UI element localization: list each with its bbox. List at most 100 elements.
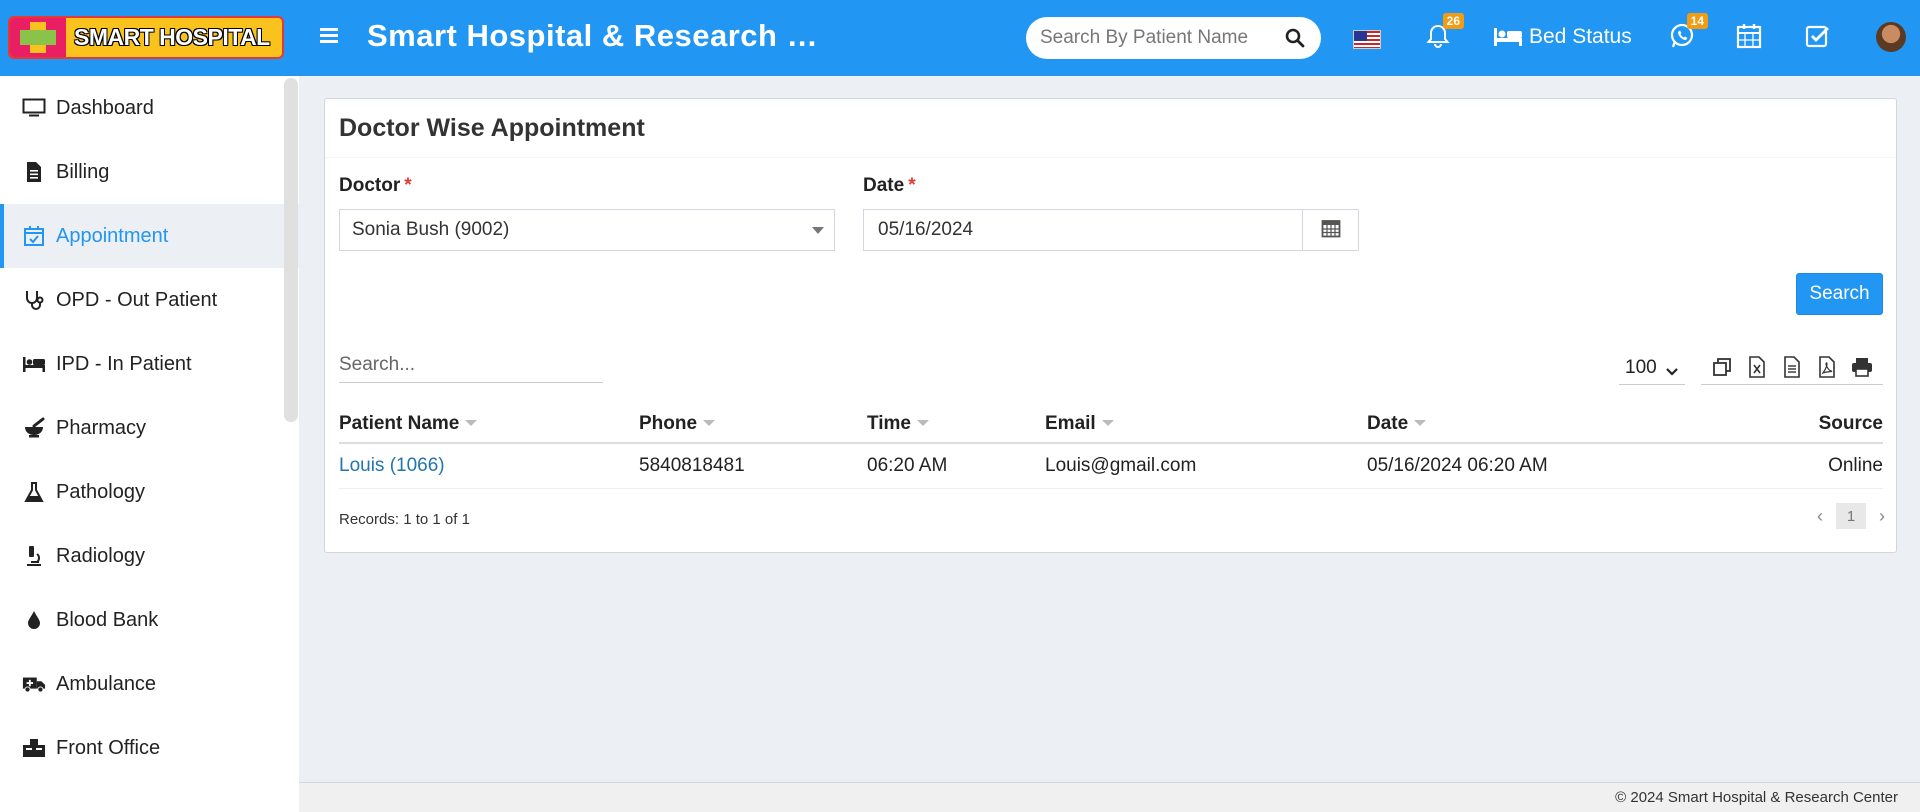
column-header-patient-name[interactable]: Patient Name [339, 405, 639, 444]
pdf-icon[interactable] [1815, 355, 1839, 379]
calendar-icon[interactable] [1736, 22, 1766, 52]
search-button[interactable]: Search [1796, 273, 1883, 315]
doctor-selected-value: Sonia Bush (9002) [352, 219, 510, 240]
search-icon[interactable] [1285, 28, 1305, 53]
mortar-pestle-icon [22, 416, 46, 440]
bed-icon [1494, 28, 1522, 46]
sidebar-item-label: Ambulance [56, 672, 157, 695]
date-input-value: 05/16/2024 [878, 219, 974, 240]
doctor-field-label: Doctor * [339, 175, 412, 197]
required-marker: * [404, 175, 412, 196]
sidebar-item-appointment[interactable]: Appointment [0, 204, 299, 268]
sidebar-item-radiology[interactable]: Radiology [0, 524, 299, 588]
date-picker-button[interactable] [1303, 209, 1359, 251]
copy-icon[interactable] [1710, 355, 1734, 379]
pagination: ‹ 1 › [1810, 503, 1892, 529]
cell-patient-name: Louis (1066) [339, 443, 639, 489]
column-header-label: Source [1818, 412, 1883, 434]
sidebar-item-label: Billing [56, 160, 110, 183]
whatsapp-count-badge: 14 [1686, 13, 1708, 29]
bed-status-button[interactable]: Bed Status [1493, 25, 1632, 49]
logo-text: SMART HOSPITAL [74, 24, 270, 50]
column-header-date[interactable]: Date [1367, 405, 1727, 444]
sidebar-item-dashboard[interactable]: Dashboard [0, 76, 299, 140]
sidebar-item-ambulance[interactable]: Ambulance [0, 652, 299, 716]
main-content: Doctor Wise Appointment Doctor * Sonia Bu… [299, 76, 1920, 782]
droplet-icon [22, 608, 46, 632]
csv-file-icon[interactable] [1780, 355, 1804, 379]
sidebar-item-pathology[interactable]: Pathology [0, 460, 299, 524]
sidebar-item-front-office[interactable]: Front Office [0, 716, 299, 780]
sidebar-item-billing[interactable]: Billing [0, 140, 299, 204]
notification-count-badge: 26 [1442, 13, 1464, 29]
column-header-email[interactable]: Email [1045, 405, 1367, 444]
required-marker: * [908, 175, 916, 196]
cell-phone: 5840818481 [639, 443, 867, 489]
whatsapp-icon[interactable]: 14 [1668, 13, 1708, 52]
doctor-select[interactable]: Sonia Bush (9002) [339, 209, 835, 251]
next-page-icon[interactable]: › [1872, 506, 1892, 527]
user-avatar[interactable] [1876, 22, 1906, 52]
page-number-current[interactable]: 1 [1836, 503, 1866, 529]
ambulance-icon [22, 672, 46, 696]
patient-search-input[interactable] [1040, 27, 1270, 49]
sidebar-item-label: OPD - Out Patient [56, 288, 218, 311]
cell-date: 05/16/2024 06:20 AM [1367, 443, 1727, 489]
hospital-logo[interactable]: SMART HOSPITAL [8, 16, 284, 59]
stethoscope-icon [22, 288, 46, 312]
excel-icon[interactable] [1745, 355, 1769, 379]
cell-email: Louis@gmail.com [1045, 443, 1367, 489]
sidebar-item-label: Pathology [56, 480, 145, 503]
column-header-time[interactable]: Time [867, 405, 1045, 444]
cell-time: 06:20 AM [867, 443, 1045, 489]
sidebar-item-label: IPD - In Patient [56, 352, 192, 375]
sort-icon [917, 420, 930, 427]
sort-icon [1414, 420, 1427, 427]
hamburger-menu-icon[interactable] [318, 24, 342, 48]
dropdown-caret-icon [812, 227, 824, 234]
monitor-icon [22, 96, 46, 120]
date-label-text: Date [863, 175, 905, 196]
previous-page-icon[interactable]: ‹ [1810, 506, 1830, 527]
app-title: Smart Hospital & Research C... [367, 18, 827, 53]
cell-source: Online [1727, 443, 1883, 489]
chevron-down-icon [1665, 361, 1679, 383]
top-navbar: SMART HOSPITAL Smart Hospital & Research… [0, 0, 1920, 76]
patient-link[interactable]: Louis (1066) [339, 455, 445, 476]
sidebar-item-label: Dashboard [56, 96, 154, 119]
sidebar-item-label: Appointment [56, 224, 169, 247]
sort-icon [465, 420, 478, 427]
sidebar-item-blood-bank[interactable]: Blood Bank [0, 588, 299, 652]
column-header-phone[interactable]: Phone [639, 405, 867, 444]
doctor-wise-appointment-panel: Doctor Wise Appointment Doctor * Sonia Bu… [324, 98, 1897, 553]
sidebar-item-pharmacy[interactable]: Pharmacy [0, 396, 299, 460]
sidebar-item-label: Front Office [56, 736, 161, 759]
sidebar-scrollbar[interactable] [284, 78, 298, 422]
print-icon[interactable] [1850, 355, 1874, 379]
sort-icon [1101, 420, 1114, 427]
task-checklist-icon[interactable] [1804, 22, 1834, 52]
calendar-check-icon [22, 224, 46, 248]
column-header-label: Email [1045, 412, 1096, 434]
flask-icon [22, 480, 46, 504]
sidebar-item-opd[interactable]: OPD - Out Patient [0, 268, 299, 332]
table-search-input[interactable] [339, 347, 603, 383]
records-info: Records: 1 to 1 of 1 [339, 511, 470, 528]
sidebar-item-ipd[interactable]: IPD - In Patient [0, 332, 299, 396]
file-icon [22, 160, 46, 184]
page-length-select[interactable]: 100 [1619, 351, 1685, 385]
calendar-icon [1321, 218, 1341, 243]
footer-copyright: © 2024 Smart Hospital & Research Center [1615, 789, 1898, 806]
column-header-source[interactable]: Source [1727, 405, 1883, 444]
sidebar: Dashboard Billing Appointment OPD - Out … [0, 76, 299, 812]
sort-icon [703, 420, 716, 427]
appointments-table: Patient Name Phone Time Email Date Sourc… [339, 405, 1883, 489]
sidebar-item-label: Pharmacy [56, 416, 147, 439]
us-flag-language-icon[interactable] [1353, 30, 1381, 49]
date-input[interactable]: 05/16/2024 [863, 209, 1303, 251]
column-header-label: Time [867, 412, 912, 434]
table-row: Louis (1066) 5840818481 06:20 AM Louis@g… [339, 443, 1883, 489]
page-length-value: 100 [1625, 356, 1657, 378]
notification-bell-icon[interactable]: 26 [1424, 13, 1464, 52]
desk-icon [22, 736, 46, 760]
